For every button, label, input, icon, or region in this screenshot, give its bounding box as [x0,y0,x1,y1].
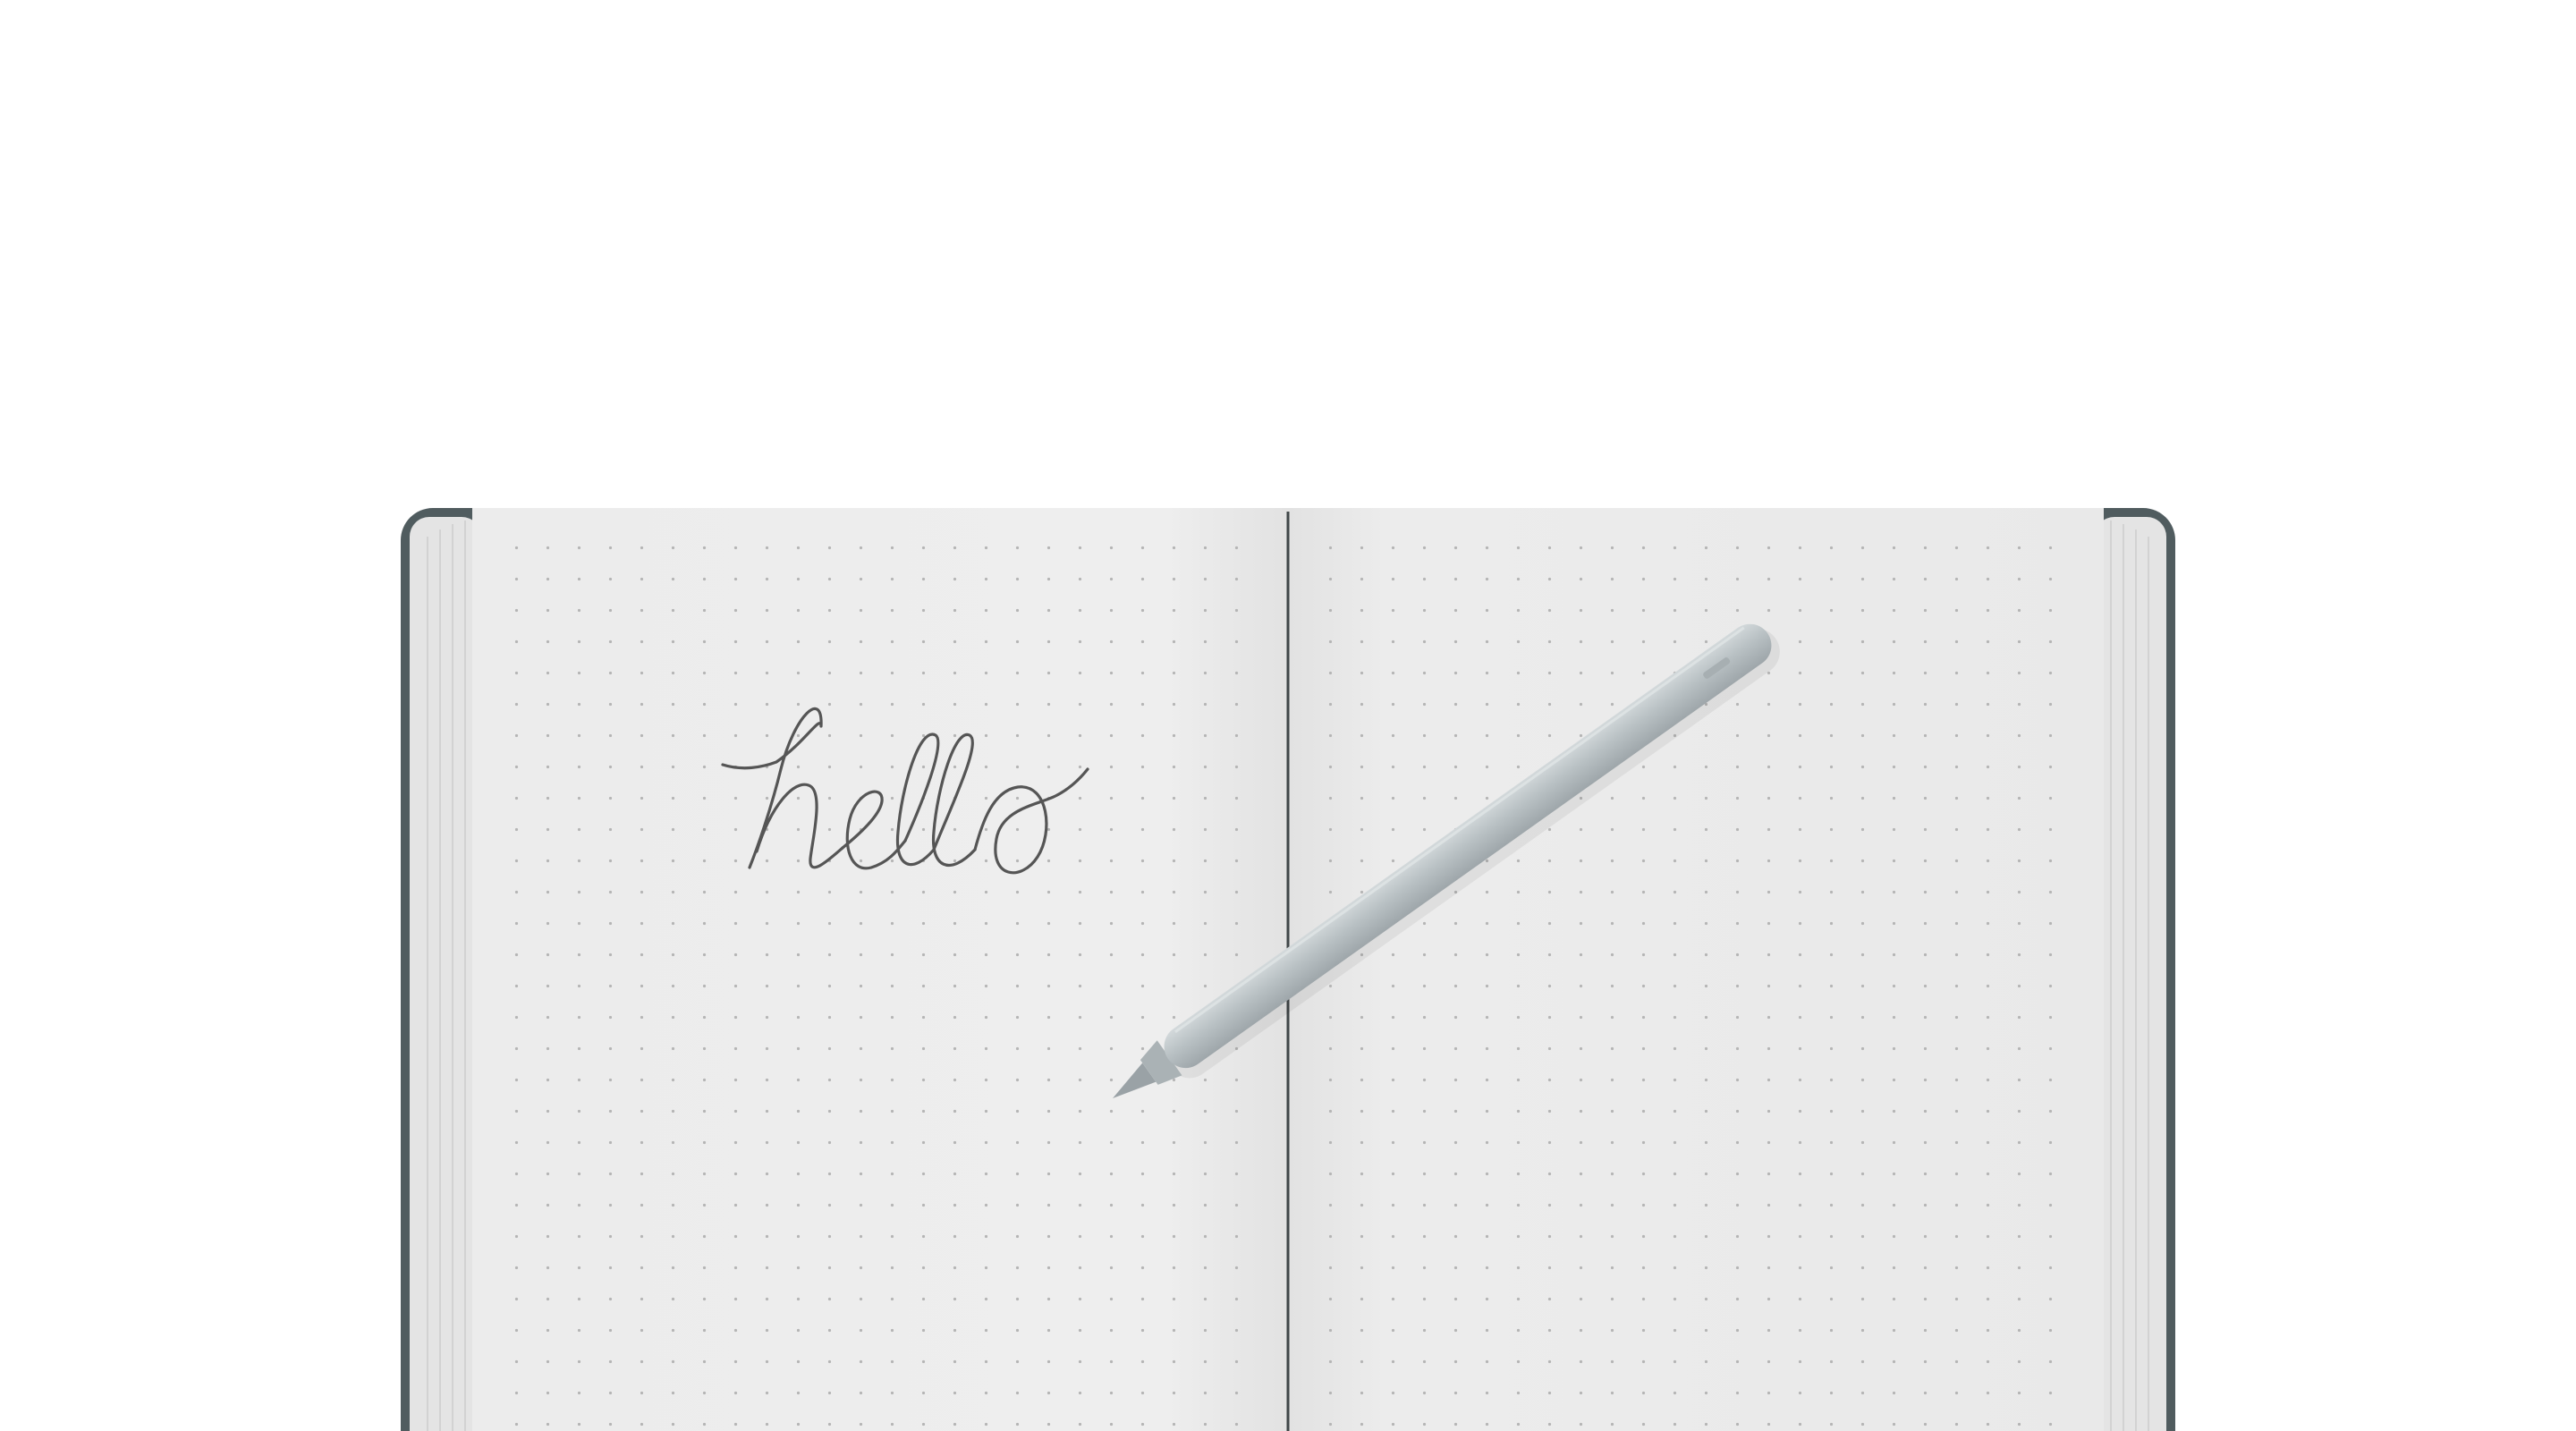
right-page-edges [2095,517,2166,1431]
notebook-scene [0,0,2576,1431]
left-page-dot-grid [501,546,1261,1431]
scene-canvas [401,508,2175,1431]
left-page-edges [410,517,481,1431]
